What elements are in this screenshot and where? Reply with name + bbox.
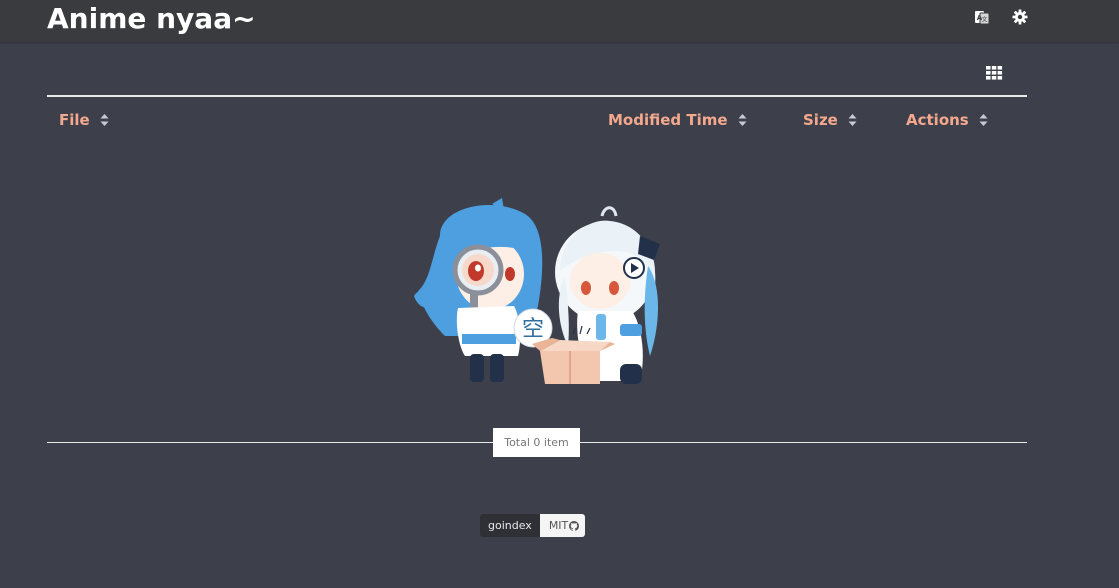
svg-text:文: 文 [981, 16, 987, 24]
total-count-label: Total 0 item [493, 428, 580, 457]
gear-icon[interactable] [1011, 8, 1029, 26]
empty-glyph: 空 [522, 317, 544, 342]
column-header-label: File [59, 111, 90, 129]
badge-project-label: goindex [480, 514, 540, 537]
top-navbar: Anime nyaa~ A 文 [0, 0, 1119, 42]
column-header-size[interactable]: Size [803, 110, 857, 130]
column-header-file[interactable]: File [59, 110, 109, 130]
column-header-label: Modified Time [608, 111, 728, 129]
sort-icon[interactable] [738, 113, 747, 127]
badge-license-label: MIT [548, 519, 569, 532]
column-header-label: Size [803, 111, 838, 129]
goindex-badge[interactable]: goindex MIT [480, 514, 586, 537]
table-top-divider [47, 95, 1027, 97]
sort-icon[interactable] [848, 113, 857, 127]
column-header-modified-time[interactable]: Modified Time [608, 110, 747, 130]
column-header-label: Actions [906, 111, 969, 129]
grid-view-icon[interactable] [985, 65, 1003, 81]
site-title[interactable]: Anime nyaa~ [47, 1, 256, 37]
empty-state-illustration: 空 [410, 196, 670, 392]
translate-icon[interactable]: A 文 [973, 8, 991, 26]
badge-license[interactable]: MIT [539, 514, 586, 537]
sort-icon[interactable] [979, 113, 988, 127]
sort-icon[interactable] [100, 113, 109, 127]
github-icon [569, 520, 580, 531]
column-header-actions[interactable]: Actions [906, 110, 988, 130]
